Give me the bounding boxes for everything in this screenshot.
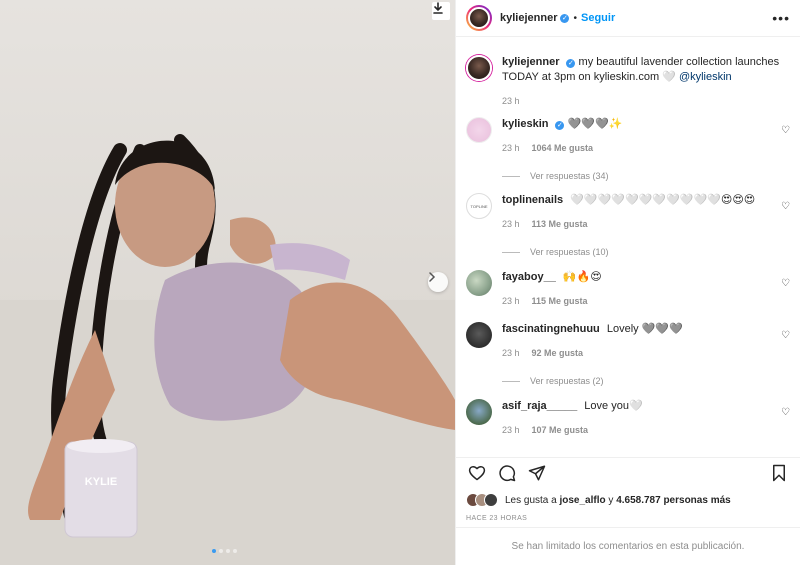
replies-line [502, 252, 520, 253]
comments-list[interactable]: kyliejenner ✓ my beautiful lavender colle… [456, 45, 800, 457]
comment-item: TOPLINE toplinenails 🤍🤍🤍🤍🤍🤍🤍🤍🤍🤍🤍😍😍😍 23 h… [466, 193, 790, 261]
post-details-panel: kyliejenner ✓ • Seguir ••• kyliejenner ✓ … [455, 0, 800, 565]
view-replies-button[interactable]: Ver respuestas (34) [502, 169, 772, 184]
view-replies-button[interactable]: Ver respuestas (10) [502, 245, 772, 260]
replies-line [502, 381, 520, 382]
comment-time: 23 h [502, 425, 520, 435]
post-media[interactable]: KYLIE [0, 0, 455, 565]
caption-time: 23 h [502, 96, 520, 106]
more-options-icon[interactable]: ••• [772, 10, 790, 26]
replies-line [502, 176, 520, 177]
comment-like-icon[interactable]: ♡ [781, 330, 790, 341]
author-username[interactable]: kyliejenner [500, 12, 557, 24]
save-button[interactable] [768, 462, 790, 484]
comment-text: 🙌🔥😍 [562, 271, 602, 283]
comment-likes[interactable]: 107 Me gusta [532, 423, 589, 438]
post-actions-bar [456, 457, 800, 487]
download-button[interactable] [432, 2, 450, 20]
comment-like-icon[interactable]: ♡ [781, 407, 790, 418]
follow-button[interactable]: Seguir [581, 12, 615, 24]
comment-like-icon[interactable]: ♡ [781, 125, 790, 136]
liker-username[interactable]: jose_alflo [559, 495, 605, 506]
comment-avatar[interactable] [466, 270, 492, 296]
comment-time: 23 h [502, 296, 520, 306]
caption-avatar[interactable] [466, 55, 492, 81]
comment-likes[interactable]: 1064 Me gusta [532, 141, 594, 156]
comment-avatar[interactable] [466, 322, 492, 348]
comment-item: fayaboy__ 🙌🔥😍 23 h 115 Me gusta ♡ [466, 270, 790, 312]
post-header: kyliejenner ✓ • Seguir ••• [456, 0, 800, 37]
verified-badge-icon: ✓ [560, 13, 570, 23]
comment-item: asif_raja_____ Love you🤍 23 h 107 Me gus… [466, 399, 790, 441]
download-icon [433, 2, 443, 14]
comment-button[interactable] [496, 462, 518, 484]
comment-username[interactable]: fascinatingnehuuu [502, 323, 600, 335]
comment-likes[interactable]: 113 Me gusta [532, 217, 588, 232]
comment-username[interactable]: fayaboy__ [502, 271, 556, 283]
carousel-indicator [212, 549, 237, 553]
comment-icon [499, 464, 516, 481]
verified-badge-icon: ✓ [555, 121, 565, 130]
bookmark-icon [773, 464, 785, 481]
view-replies-label: Ver respuestas (34) [530, 171, 609, 181]
carousel-next-button[interactable] [428, 272, 448, 292]
comment-like-icon[interactable]: ♡ [781, 201, 790, 212]
likes-summary: Les gusta a jose_alflo y 4.658.787 perso… [466, 493, 790, 507]
like-button[interactable] [466, 462, 488, 484]
caption: kyliejenner ✓ my beautiful lavender colle… [466, 55, 790, 117]
carousel-dot [219, 549, 223, 553]
carousel-dot [233, 549, 237, 553]
carousel-dot [226, 549, 230, 553]
liker-avatars[interactable] [466, 493, 498, 507]
post-timestamp[interactable]: HACE 23 HORAS [466, 515, 527, 522]
caption-mention[interactable]: @kylieskin [679, 71, 732, 83]
comment-time: 23 h [502, 219, 520, 229]
comment-avatar[interactable]: TOPLINE [466, 193, 492, 219]
comment-text: Love you🤍 [584, 400, 643, 412]
comment-username[interactable]: kylieskin [502, 118, 548, 130]
comments-limited-notice: Se han limitado los comentarios en esta … [456, 527, 800, 565]
comment-item: kylieskin ✓ 🩶🩶🩶✨ 23 h 1064 Me gusta Ver r… [466, 117, 790, 185]
comment-avatar[interactable] [466, 117, 492, 143]
comment-like-icon[interactable]: ♡ [781, 278, 790, 289]
liker-avatar [484, 493, 498, 507]
comment-username[interactable]: asif_raja_____ [502, 400, 577, 412]
share-button[interactable] [526, 462, 548, 484]
comment-time: 23 h [502, 143, 520, 153]
author-avatar[interactable] [466, 5, 492, 31]
comment-time: 23 h [502, 348, 520, 358]
heart-icon [468, 465, 486, 480]
comment-likes[interactable]: 115 Me gusta [532, 294, 588, 309]
chevron-right-icon [429, 272, 436, 282]
comment-text: Lovely 🩶🩶🩶 [606, 323, 683, 335]
comment-text: 🤍🤍🤍🤍🤍🤍🤍🤍🤍🤍🤍😍😍😍 [570, 194, 756, 206]
likes-count[interactable]: 4.658.787 personas más [616, 495, 731, 506]
comment-avatar[interactable] [466, 399, 492, 425]
view-replies-label: Ver respuestas (10) [530, 247, 609, 257]
candle-label: KYLIE [85, 476, 117, 488]
comment-likes[interactable]: 92 Me gusta [532, 346, 584, 361]
caption-username[interactable]: kyliejenner [502, 56, 559, 68]
post-photo: KYLIE [0, 134, 455, 565]
likes-middle: y [605, 494, 617, 506]
paper-plane-icon [528, 465, 546, 480]
carousel-dot [212, 549, 216, 553]
comment-item: fascinatingnehuuu Lovely 🩶🩶🩶 23 h 92 Me … [466, 322, 790, 390]
header-separator: • [573, 12, 577, 24]
comment-username[interactable]: toplinenails [502, 194, 563, 206]
likes-prefix: Les gusta a [505, 494, 560, 506]
view-replies-label: Ver respuestas (2) [530, 376, 604, 386]
comment-text: 🩶🩶🩶✨ [567, 118, 623, 130]
verified-badge-icon: ✓ [566, 59, 576, 68]
view-replies-button[interactable]: Ver respuestas (2) [502, 374, 772, 389]
